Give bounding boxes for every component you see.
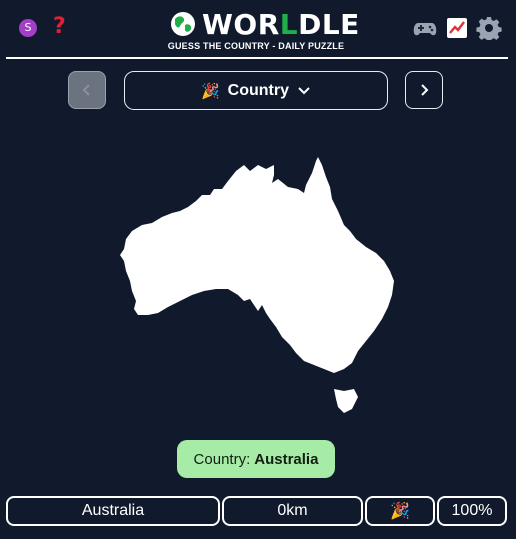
subtitle: GUESS THE COUNTRY - DAILY PUZZLE bbox=[167, 41, 345, 51]
party-popper-icon: 🎉 bbox=[200, 82, 220, 100]
guess-proximity-cell: 100% bbox=[437, 496, 507, 526]
logo: WORLDLE bbox=[168, 8, 359, 42]
guess-distance-cell: 0km bbox=[222, 496, 363, 526]
chevron-left-icon bbox=[82, 84, 90, 96]
previous-button[interactable] bbox=[68, 71, 106, 109]
selector-label: Country bbox=[227, 81, 289, 99]
header-divider bbox=[6, 57, 508, 59]
country-selector[interactable]: 🎉 Country bbox=[124, 71, 388, 110]
chevron-right-icon bbox=[421, 84, 429, 96]
next-button[interactable] bbox=[405, 71, 443, 109]
guess-direction-cell: 🎉 bbox=[365, 496, 435, 526]
help-label: ? bbox=[53, 14, 66, 39]
country-silhouette-map bbox=[120, 157, 394, 413]
header: S ? WORLDLE GUESS THE COUNTRY - DAILY PU… bbox=[0, 0, 516, 58]
answer-country: Australia bbox=[254, 450, 319, 468]
answer-prefix: Country: bbox=[193, 450, 251, 468]
chevron-down-icon bbox=[298, 86, 310, 94]
guess-country-cell: Australia bbox=[6, 496, 220, 526]
avatar[interactable]: S bbox=[19, 19, 37, 37]
help-icon[interactable]: ? bbox=[53, 14, 66, 40]
answer-banner: Country: Australia bbox=[177, 440, 335, 478]
gear-icon[interactable] bbox=[476, 16, 502, 40]
brand-title: WORLDLE bbox=[202, 8, 360, 41]
globe-icon bbox=[171, 12, 195, 36]
gamepad-icon[interactable] bbox=[412, 16, 438, 40]
stats-chart-icon[interactable] bbox=[444, 16, 470, 40]
